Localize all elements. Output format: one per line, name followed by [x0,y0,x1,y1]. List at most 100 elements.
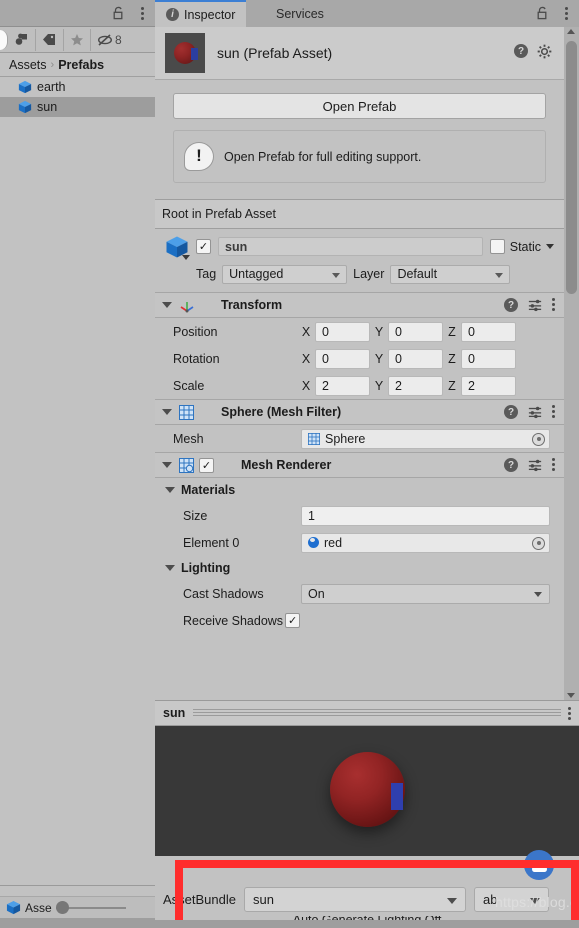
search-oval-icon[interactable] [0,29,8,50]
tag-dropdown[interactable]: Untagged [222,264,348,284]
position-x-field[interactable]: 0 [315,321,370,342]
star-icon[interactable] [64,28,91,51]
foldout-arrow-icon[interactable] [162,409,172,415]
rotation-y-field[interactable]: 0 [388,348,443,369]
foldout-arrow-icon [165,487,175,493]
lock-open-icon[interactable] [112,6,125,20]
materials-size-field[interactable]: 1 [301,505,550,526]
asset-item-sun[interactable]: sun [0,97,155,117]
preview-title: sun [163,706,186,720]
axis-label-y: Y [374,351,384,366]
breadcrumb-current[interactable]: Prefabs [58,58,104,72]
inspector-tabbar: i Inspector Services [155,0,579,27]
asset-header-icons: ? [514,44,552,59]
tab-inspector[interactable]: i Inspector [155,0,247,27]
axis-label-z: Z [448,324,456,339]
preview-drag-lines[interactable] [193,709,561,717]
preset-sliders-icon[interactable] [528,458,542,472]
component-header-transform[interactable]: Transform ? [155,292,564,318]
collab-cloud-icon[interactable] [524,850,554,880]
position-y-field[interactable]: 0 [388,321,443,342]
lighting-group-foldout[interactable]: Lighting [155,556,564,580]
chevron-down-icon [447,897,457,904]
scale-x-field[interactable]: 2 [315,375,370,396]
tab-services-label: Services [276,6,324,21]
transform-position-row: Position X 0 Y 0 Z 0 [155,318,564,345]
receive-shadows-checkbox[interactable]: ✓ [285,613,301,628]
mesh-renderer-enabled-checkbox[interactable]: ✓ [199,458,214,473]
preview-menu-icon[interactable] [568,707,571,721]
static-toggle-group[interactable]: Static [489,239,554,254]
scroll-down-arrow-icon[interactable] [567,693,575,698]
warning-speech-icon: ! [184,141,214,172]
component-header-mesh-filter[interactable]: Sphere (Mesh Filter) ? [155,399,564,425]
object-filter-icon[interactable] [8,28,36,51]
gameobject-name-field[interactable]: sun [218,237,483,256]
static-checkbox[interactable] [489,239,505,254]
rotation-z-field[interactable]: 0 [461,348,516,369]
receive-shadows-label: Receive Shadows [183,613,284,628]
scale-y-field[interactable]: 2 [388,375,443,396]
chevron-down-icon[interactable] [182,254,190,260]
object-picker-icon[interactable] [532,536,545,550]
cast-shadows-dropdown[interactable]: On [301,583,550,604]
project-panel-menu-icon[interactable] [141,7,145,21]
hidden-objects-filter[interactable]: 8 [91,29,128,51]
chevron-down-icon[interactable] [546,244,554,249]
help-icon[interactable]: ? [504,298,518,312]
zoom-slider-knob[interactable] [55,901,69,914]
static-label: Static [509,239,541,254]
gameobject-enabled-checkbox[interactable]: ✓ [196,239,211,254]
hidden-objects-count: 8 [115,32,122,47]
preset-sliders-icon[interactable] [528,405,542,419]
element0-object-field[interactable]: red [301,532,550,553]
assetbundle-name-dropdown[interactable]: sun [244,886,466,912]
asset-item-label: sun [37,100,58,114]
help-icon[interactable]: ? [514,44,528,58]
material-sphere-icon [308,537,319,548]
axis-label-x: X [301,351,311,366]
mesh-object-field[interactable]: Sphere [301,428,550,449]
foldout-arrow-icon[interactable] [162,462,172,468]
foldout-arrow-icon[interactable] [162,302,172,308]
breadcrumb-separator: › [50,58,55,71]
layer-dropdown[interactable]: Default [390,264,511,284]
preview-header[interactable]: sun [155,700,579,726]
asset-item-earth[interactable]: earth [0,77,155,97]
materials-group-label: Materials [181,483,236,497]
preset-sliders-icon[interactable] [528,298,542,312]
open-prefab-button[interactable]: Open Prefab [173,93,546,119]
tab-inspector-label: Inspector [184,7,236,22]
help-icon[interactable]: ? [504,405,518,419]
component-menu-icon[interactable] [552,458,555,472]
tab-services[interactable]: Services [265,0,335,27]
label-tag-icon[interactable] [36,28,64,51]
scroll-up-arrow-icon[interactable] [567,29,575,34]
breadcrumb-root[interactable]: Assets [9,58,47,72]
gear-icon[interactable] [537,44,552,59]
tag-label: Tag [196,267,217,281]
help-icon[interactable]: ? [504,458,518,472]
inspector-menu-icon[interactable] [565,7,569,21]
component-title: Transform [221,298,283,312]
component-header-mesh-renderer[interactable]: ✓ Mesh Renderer ? [155,452,564,478]
scrollbar-thumb[interactable] [566,41,577,294]
gameobject-header: ✓ sun Static Tag Untagged Layer Default [155,229,564,292]
lock-open-icon[interactable] [536,6,549,20]
component-title: Sphere (Mesh Filter) [221,405,342,419]
info-icon: i [166,8,179,21]
property-label: Rotation [173,351,220,366]
position-z-field[interactable]: 0 [461,321,516,342]
prefab-zone: Open Prefab ! Open Prefab for full editi… [155,80,564,199]
rotation-x-field[interactable]: 0 [315,348,370,369]
preview-canvas[interactable] [155,726,579,856]
cube-icon[interactable] [165,235,190,260]
inspector-scrollbar[interactable] [564,27,579,700]
assetbundle-name-value: sun [253,891,274,907]
scale-z-field[interactable]: 2 [461,375,516,396]
thumbnail-zoom-slider[interactable] [55,901,126,915]
component-menu-icon[interactable] [552,298,555,312]
materials-group-foldout[interactable]: Materials [155,478,564,502]
object-picker-icon[interactable] [532,432,545,446]
component-menu-icon[interactable] [552,405,555,419]
